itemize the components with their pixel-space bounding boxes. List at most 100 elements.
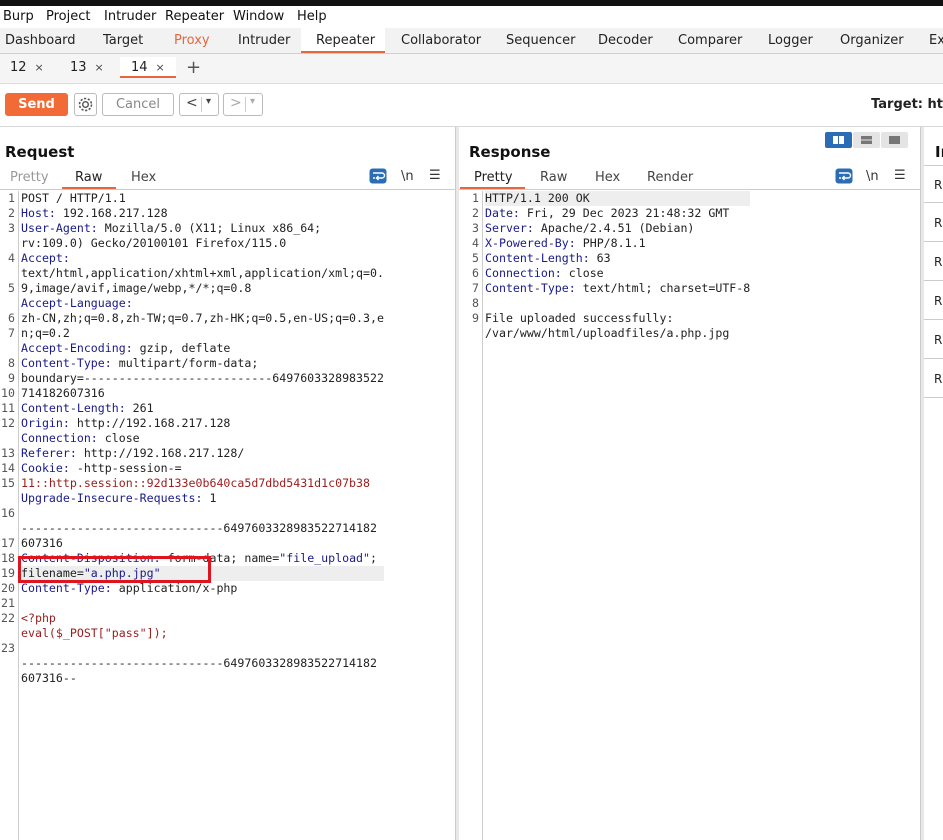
code-text: Mozilla/5.0 (X11; Linux x86_64; <box>97 221 322 235</box>
header-key: X-Powered-By: <box>485 236 576 250</box>
response-tab-hex[interactable]: Hex <box>595 170 620 185</box>
tab-extensions[interactable]: Ex <box>929 33 943 48</box>
line-number: 3 <box>8 221 15 235</box>
menu-help[interactable]: Help <box>297 9 327 24</box>
response-editor[interactable]: 123456789 HTTP/1.1 200 OK Date: Fri, 29 D… <box>464 191 920 840</box>
tab-intruder[interactable]: Intruder <box>238 33 290 48</box>
code-line: POST / HTTP/1.1 <box>21 191 384 206</box>
line-number: 3 <box>472 221 479 235</box>
line-number <box>464 326 482 341</box>
tab-comparer[interactable]: Comparer <box>678 33 742 48</box>
menu-intruder[interactable]: Intruder <box>104 9 156 24</box>
tab-target[interactable]: Target <box>103 33 143 48</box>
inspector-title: In <box>935 143 943 161</box>
settings-button[interactable] <box>74 93 97 116</box>
menu-burp[interactable]: Burp <box>3 9 34 24</box>
request-tab-pretty[interactable]: Pretty <box>10 170 49 185</box>
subtab-12[interactable]: 12 × <box>2 57 54 78</box>
response-tab-pretty[interactable]: Pretty <box>474 170 513 185</box>
add-tab-icon[interactable]: + <box>186 57 201 78</box>
tab-organizer[interactable]: Organizer <box>840 33 904 48</box>
inspector-row[interactable]: R <box>924 165 943 203</box>
inspector-row[interactable]: R <box>924 282 943 320</box>
layout-stacked-icon[interactable] <box>853 132 880 148</box>
menu-icon[interactable]: ☰ <box>894 168 906 183</box>
newline-icon[interactable]: \n <box>866 169 879 184</box>
divider <box>245 97 246 112</box>
menu-project[interactable]: Project <box>46 9 90 24</box>
menu-icon[interactable]: ☰ <box>429 168 441 183</box>
header-key: Content-Type: <box>21 356 112 370</box>
line-number: 20 <box>1 581 15 595</box>
chevron-right-icon: > <box>230 95 242 111</box>
code-text: multipart/form-data; <box>111 356 259 370</box>
code-text: http://192.168.217.128 <box>69 416 231 430</box>
layout-side-by-side-icon[interactable] <box>825 132 852 148</box>
repeater-subtabs: 12 × 13 × 14 × + <box>0 54 943 84</box>
close-icon[interactable]: × <box>35 61 44 74</box>
response-view-tabs: Pretty Raw Hex Render \n ☰ <box>459 167 920 190</box>
inspector-row[interactable]: R <box>924 321 943 359</box>
response-pane: Response Pretty Raw Hex Render \n ☰ 1234… <box>459 127 920 840</box>
code-line: 11::http.session::92d133e0b640ca5d7dbd54… <box>21 476 384 491</box>
code-line: Host: 192.168.217.128 <box>21 206 384 221</box>
line-number: 5 <box>8 281 15 295</box>
code-text: boundary=---------------------------6497… <box>21 371 384 385</box>
response-code[interactable]: HTTP/1.1 200 OK Date: Fri, 29 Dec 2023 21… <box>485 191 751 341</box>
tab-logger[interactable]: Logger <box>768 33 813 48</box>
wrap-lines-icon[interactable] <box>369 168 387 188</box>
close-icon[interactable]: × <box>95 61 104 74</box>
menu-repeater[interactable]: Repeater <box>165 9 224 24</box>
tab-dashboard[interactable]: Dashboard <box>5 33 76 48</box>
line-number: 7 <box>472 281 479 295</box>
code-line: User-Agent: Mozilla/5.0 (X11; Linux x86_… <box>21 221 384 236</box>
chevron-down-icon[interactable]: ▾ <box>206 96 211 107</box>
code-text: application/x-php <box>111 581 238 595</box>
code-line: Upgrade-Insecure-Requests: 1 <box>21 491 384 506</box>
newline-icon[interactable]: \n <box>401 169 414 184</box>
close-icon[interactable]: × <box>156 61 165 74</box>
wrap-lines-icon[interactable] <box>835 168 853 188</box>
code-text: close <box>561 266 604 280</box>
inspector-row[interactable]: R <box>924 360 943 398</box>
subtab-14[interactable]: 14 × <box>120 57 176 78</box>
line-number: 5 <box>472 251 479 265</box>
code-line: Connection: close <box>485 266 750 281</box>
inspector-row[interactable]: R <box>924 204 943 242</box>
response-tab-raw[interactable]: Raw <box>540 170 567 185</box>
line-number: 10 <box>1 386 15 400</box>
code-text: Fri, 29 Dec 2023 21:48:32 GMT <box>519 206 730 220</box>
inspector-row[interactable]: R <box>924 243 943 281</box>
line-number: 13 <box>1 446 15 460</box>
response-tab-render[interactable]: Render <box>647 170 693 185</box>
tab-collaborator[interactable]: Collaborator <box>401 33 481 48</box>
request-editor[interactable]: 1 2 3 4 5 6 7 8 9 10 11 12 13 14 15 16 17 18 19 20 21 22 23 PO… <box>0 191 455 840</box>
back-button[interactable]: < ▾ <box>179 93 219 116</box>
cancel-button[interactable]: Cancel <box>102 93 174 116</box>
target-label[interactable]: Target: ht <box>871 97 943 112</box>
code-text: http://192.168.217.128/ <box>76 446 245 460</box>
send-button[interactable]: Send <box>5 93 68 116</box>
subtab-label: 14 <box>131 60 148 75</box>
forward-button[interactable]: > ▾ <box>223 93 263 116</box>
request-tab-raw[interactable]: Raw <box>75 170 102 185</box>
menu-window[interactable]: Window <box>233 9 284 24</box>
line-number: 21 <box>1 596 15 610</box>
chevron-down-icon[interactable]: ▾ <box>250 96 255 107</box>
header-key: Server: <box>485 221 534 235</box>
subtab-13[interactable]: 13 × <box>60 57 112 78</box>
line-number: 1 <box>8 191 15 205</box>
tab-repeater[interactable]: Repeater <box>316 33 375 48</box>
tab-proxy[interactable]: Proxy <box>174 33 210 48</box>
layout-tabs-icon[interactable] <box>881 132 908 148</box>
tab-decoder[interactable]: Decoder <box>598 33 653 48</box>
request-code[interactable]: POST / HTTP/1.1 Host: 192.168.217.128 User… <box>21 191 384 701</box>
request-tab-hex[interactable]: Hex <box>131 170 156 185</box>
tab-sequencer[interactable]: Sequencer <box>506 33 575 48</box>
code-text: 261 <box>125 401 154 415</box>
highlight-annotation-box <box>18 556 211 583</box>
